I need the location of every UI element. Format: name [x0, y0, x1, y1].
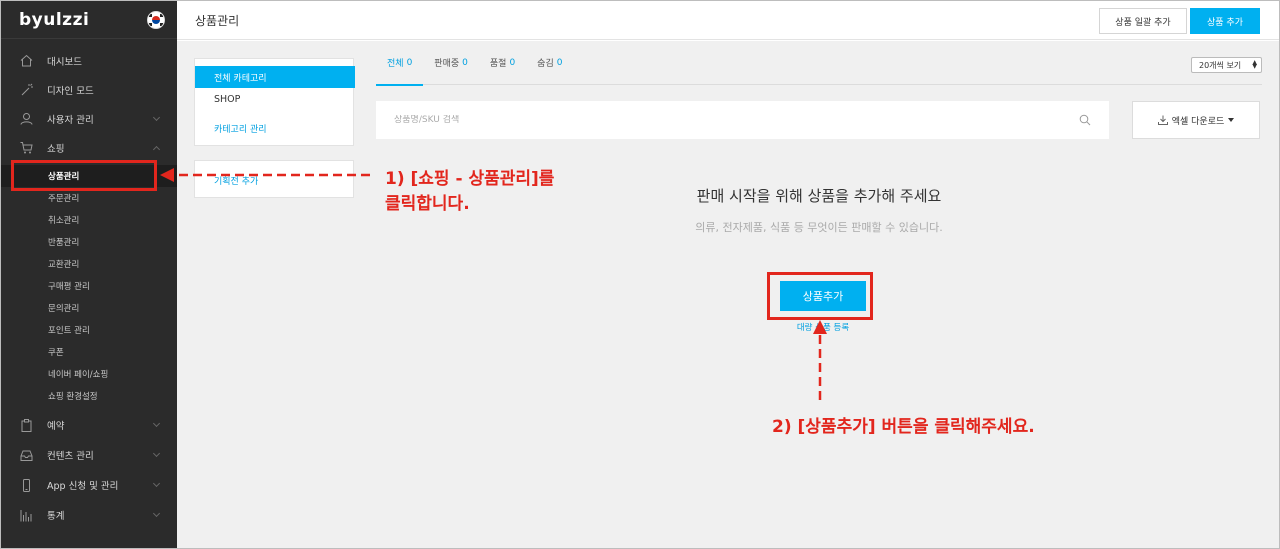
annotation-step1-line1: 1) [쇼핑 - 상품관리]를: [385, 169, 555, 189]
arrow-head-left: [160, 168, 174, 182]
arrow-head-up: [813, 320, 827, 334]
annotation-step1-line2: 클릭합니다.: [385, 194, 470, 214]
annotation-arrows: [160, 168, 827, 400]
annotation-step2: 2) [상품추가] 버튼을 클릭해주세요.: [772, 417, 1035, 437]
